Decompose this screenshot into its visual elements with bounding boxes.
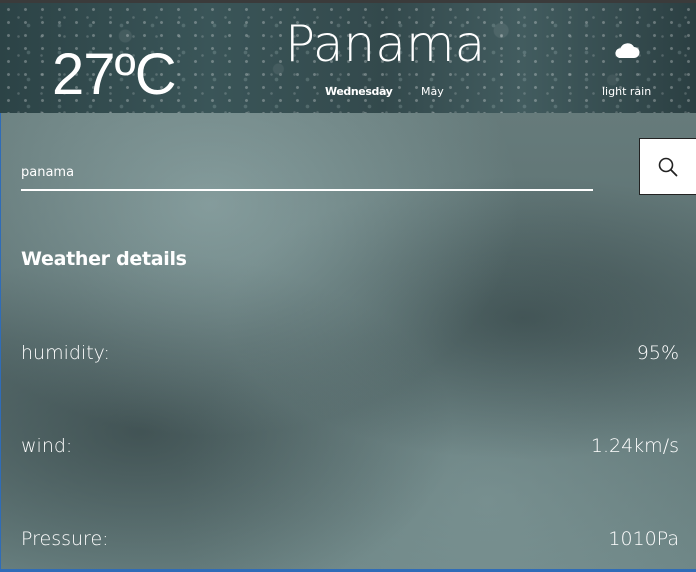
day-of-week: Wednesday	[325, 85, 393, 98]
current-temperature: 27ºC	[52, 42, 177, 107]
search-icon	[658, 157, 678, 176]
weather-condition: light rain	[602, 85, 652, 98]
pressure-value: 1010Pa	[608, 528, 679, 550]
search-button[interactable]	[639, 138, 696, 195]
pressure-label: Pressure:	[21, 528, 109, 550]
month-name: May	[421, 85, 444, 98]
humidity-label: humidity:	[21, 342, 110, 364]
city-name: Panama	[285, 15, 486, 73]
weather-details-title: Weather details	[21, 248, 187, 270]
humidity-value: 95%	[636, 342, 679, 364]
search-input[interactable]	[21, 155, 593, 191]
wind-value: 1.24km/s	[590, 435, 679, 457]
weather-header: 27ºC Panama Wednesday May light rain	[0, 0, 696, 113]
cloud-icon	[615, 43, 640, 58]
wind-label: wind:	[21, 435, 73, 457]
